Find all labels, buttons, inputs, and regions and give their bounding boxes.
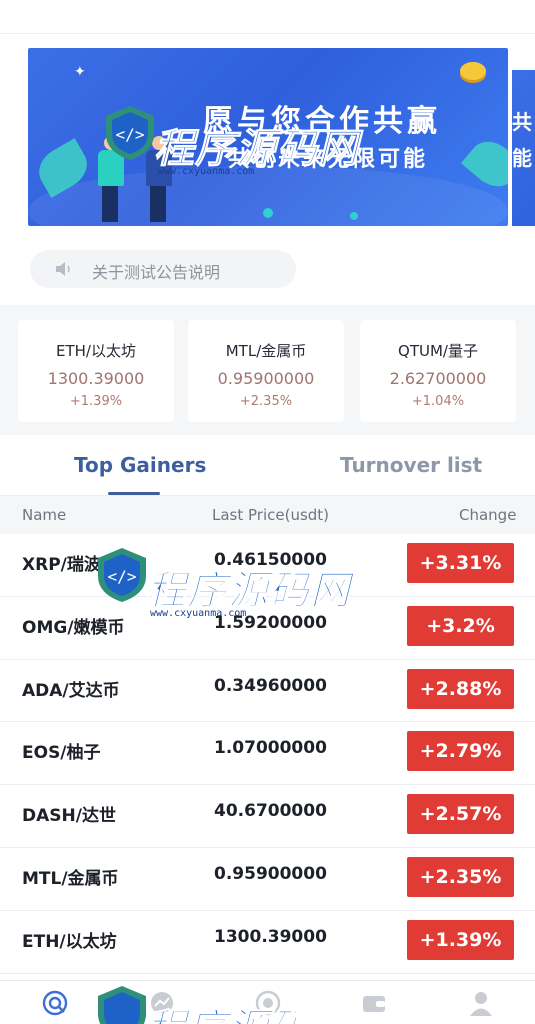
table-row[interactable]: ETH/以太坊 1300.39000 +1.39% xyxy=(0,911,535,974)
carousel-dot[interactable] xyxy=(350,212,358,220)
column-header-change: Change xyxy=(459,506,517,524)
tab-turnover-list[interactable]: Turnover list xyxy=(340,453,482,477)
row-last-price: 1300.39000 xyxy=(214,926,327,947)
market-chart-icon[interactable] xyxy=(148,989,176,1017)
active-tab-indicator xyxy=(108,492,160,495)
person-illustration xyxy=(144,136,172,222)
home-icon[interactable] xyxy=(41,989,69,1017)
row-change-badge: +3.31% xyxy=(407,543,514,583)
ticker-price: 1300.39000 xyxy=(47,369,145,388)
table-row[interactable]: XRP/瑞波币 0.46150000 +3.31% xyxy=(0,534,535,597)
gainers-list: XRP/瑞波币 0.46150000 +3.31% OMG/嫩模币 1.5920… xyxy=(0,534,535,974)
table-row[interactable]: OMG/嫩模币 1.59200000 +3.2% xyxy=(0,597,535,660)
ticker-pair: ETH/以太坊 xyxy=(56,342,136,360)
ticker-price: 2.62700000 xyxy=(389,369,487,388)
row-change-badge: +2.88% xyxy=(407,668,514,709)
ticker-strip: ETH/以太坊 1300.39000 +1.39% MTL/金属币 0.9590… xyxy=(0,305,535,435)
table-row[interactable]: EOS/柚子 1.07000000 +2.79% xyxy=(0,722,535,786)
trade-exchange-icon[interactable] xyxy=(254,989,282,1017)
ticker-price: 0.95900000 xyxy=(217,369,315,388)
ticker-change: +1.04% xyxy=(411,394,465,409)
peek-title: 共 xyxy=(512,110,532,134)
table-row[interactable]: ADA/艾达币 0.34960000 +2.88% xyxy=(0,660,535,723)
carousel-dot[interactable] xyxy=(263,208,273,218)
row-change-badge: +1.39% xyxy=(407,919,514,960)
row-change-badge: +2.57% xyxy=(407,794,514,835)
ticker-card[interactable]: ETH/以太坊 1300.39000 +1.39% xyxy=(18,320,174,422)
tab-top-gainers[interactable]: Top Gainers xyxy=(74,453,206,477)
banner-subtitle: 共创未来无限可能 xyxy=(228,147,429,172)
announcement-text: 关于测试公告说明 xyxy=(92,263,221,282)
announcement-bar[interactable]: 关于测试公告说明 xyxy=(30,250,296,288)
ranking-tabs: Top Gainers Turnover list xyxy=(0,436,535,496)
top-bar xyxy=(0,0,535,34)
ticker-card[interactable]: MTL/金属币 0.95900000 +2.35% xyxy=(188,320,344,422)
table-row[interactable]: MTL/金属币 0.95900000 +2.35% xyxy=(0,848,535,911)
banner-title: 愿与您合作共赢 xyxy=(203,104,441,139)
peek-subtitle: 能 xyxy=(512,146,532,170)
row-pair-name: DASH/达世 xyxy=(22,806,116,827)
row-last-price: 0.34960000 xyxy=(214,675,327,696)
ticker-pair: MTL/金属币 xyxy=(225,342,307,360)
wallet-icon[interactable] xyxy=(360,989,388,1017)
table-row[interactable]: DASH/达世 40.6700000 +2.57% xyxy=(0,785,535,848)
next-banner-peek[interactable]: 共 能 xyxy=(512,70,535,226)
row-last-price: 1.59200000 xyxy=(214,612,327,633)
row-last-price: 0.46150000 xyxy=(214,550,327,570)
column-header-price: Last Price(usdt) xyxy=(212,506,330,524)
row-pair-name: MTL/金属币 xyxy=(22,868,119,889)
row-pair-name: OMG/嫩模币 xyxy=(22,617,125,638)
row-last-price: 40.6700000 xyxy=(214,801,327,822)
speaker-icon xyxy=(56,262,70,276)
ticker-card[interactable]: QTUM/量子 2.62700000 +1.04% xyxy=(360,320,516,422)
ticker-change: +2.35% xyxy=(239,394,293,409)
app-screen: ✦ 愿与您合作共赢 共创未来无限可能 共 能 关于测试公告说明 ETH/以太坊 … xyxy=(0,0,535,1024)
row-change-badge: +3.2% xyxy=(407,605,514,646)
row-pair-name: ETH/以太坊 xyxy=(22,931,117,952)
sparkle-icon: ✦ xyxy=(74,64,86,80)
column-header-name: Name xyxy=(22,506,67,524)
row-change-badge: +2.79% xyxy=(407,731,514,772)
user-profile-icon[interactable] xyxy=(467,989,495,1017)
ticker-change: +1.39% xyxy=(69,394,123,409)
coin-icon xyxy=(460,62,486,80)
ticker-pair: QTUM/量子 xyxy=(398,342,478,360)
promo-banner[interactable]: ✦ 愿与您合作共赢 共创未来无限可能 xyxy=(28,48,508,226)
row-pair-name: ADA/艾达币 xyxy=(22,680,120,701)
table-header: Name Last Price(usdt) Change xyxy=(0,496,535,534)
row-last-price: 0.95900000 xyxy=(214,863,327,884)
row-change-badge: +2.35% xyxy=(407,856,514,897)
row-pair-name: XRP/瑞波币 xyxy=(22,555,118,575)
row-pair-name: EOS/柚子 xyxy=(22,743,101,764)
person-illustration xyxy=(96,136,124,222)
row-last-price: 1.07000000 xyxy=(214,738,327,759)
bottom-tab-bar xyxy=(0,980,535,1024)
